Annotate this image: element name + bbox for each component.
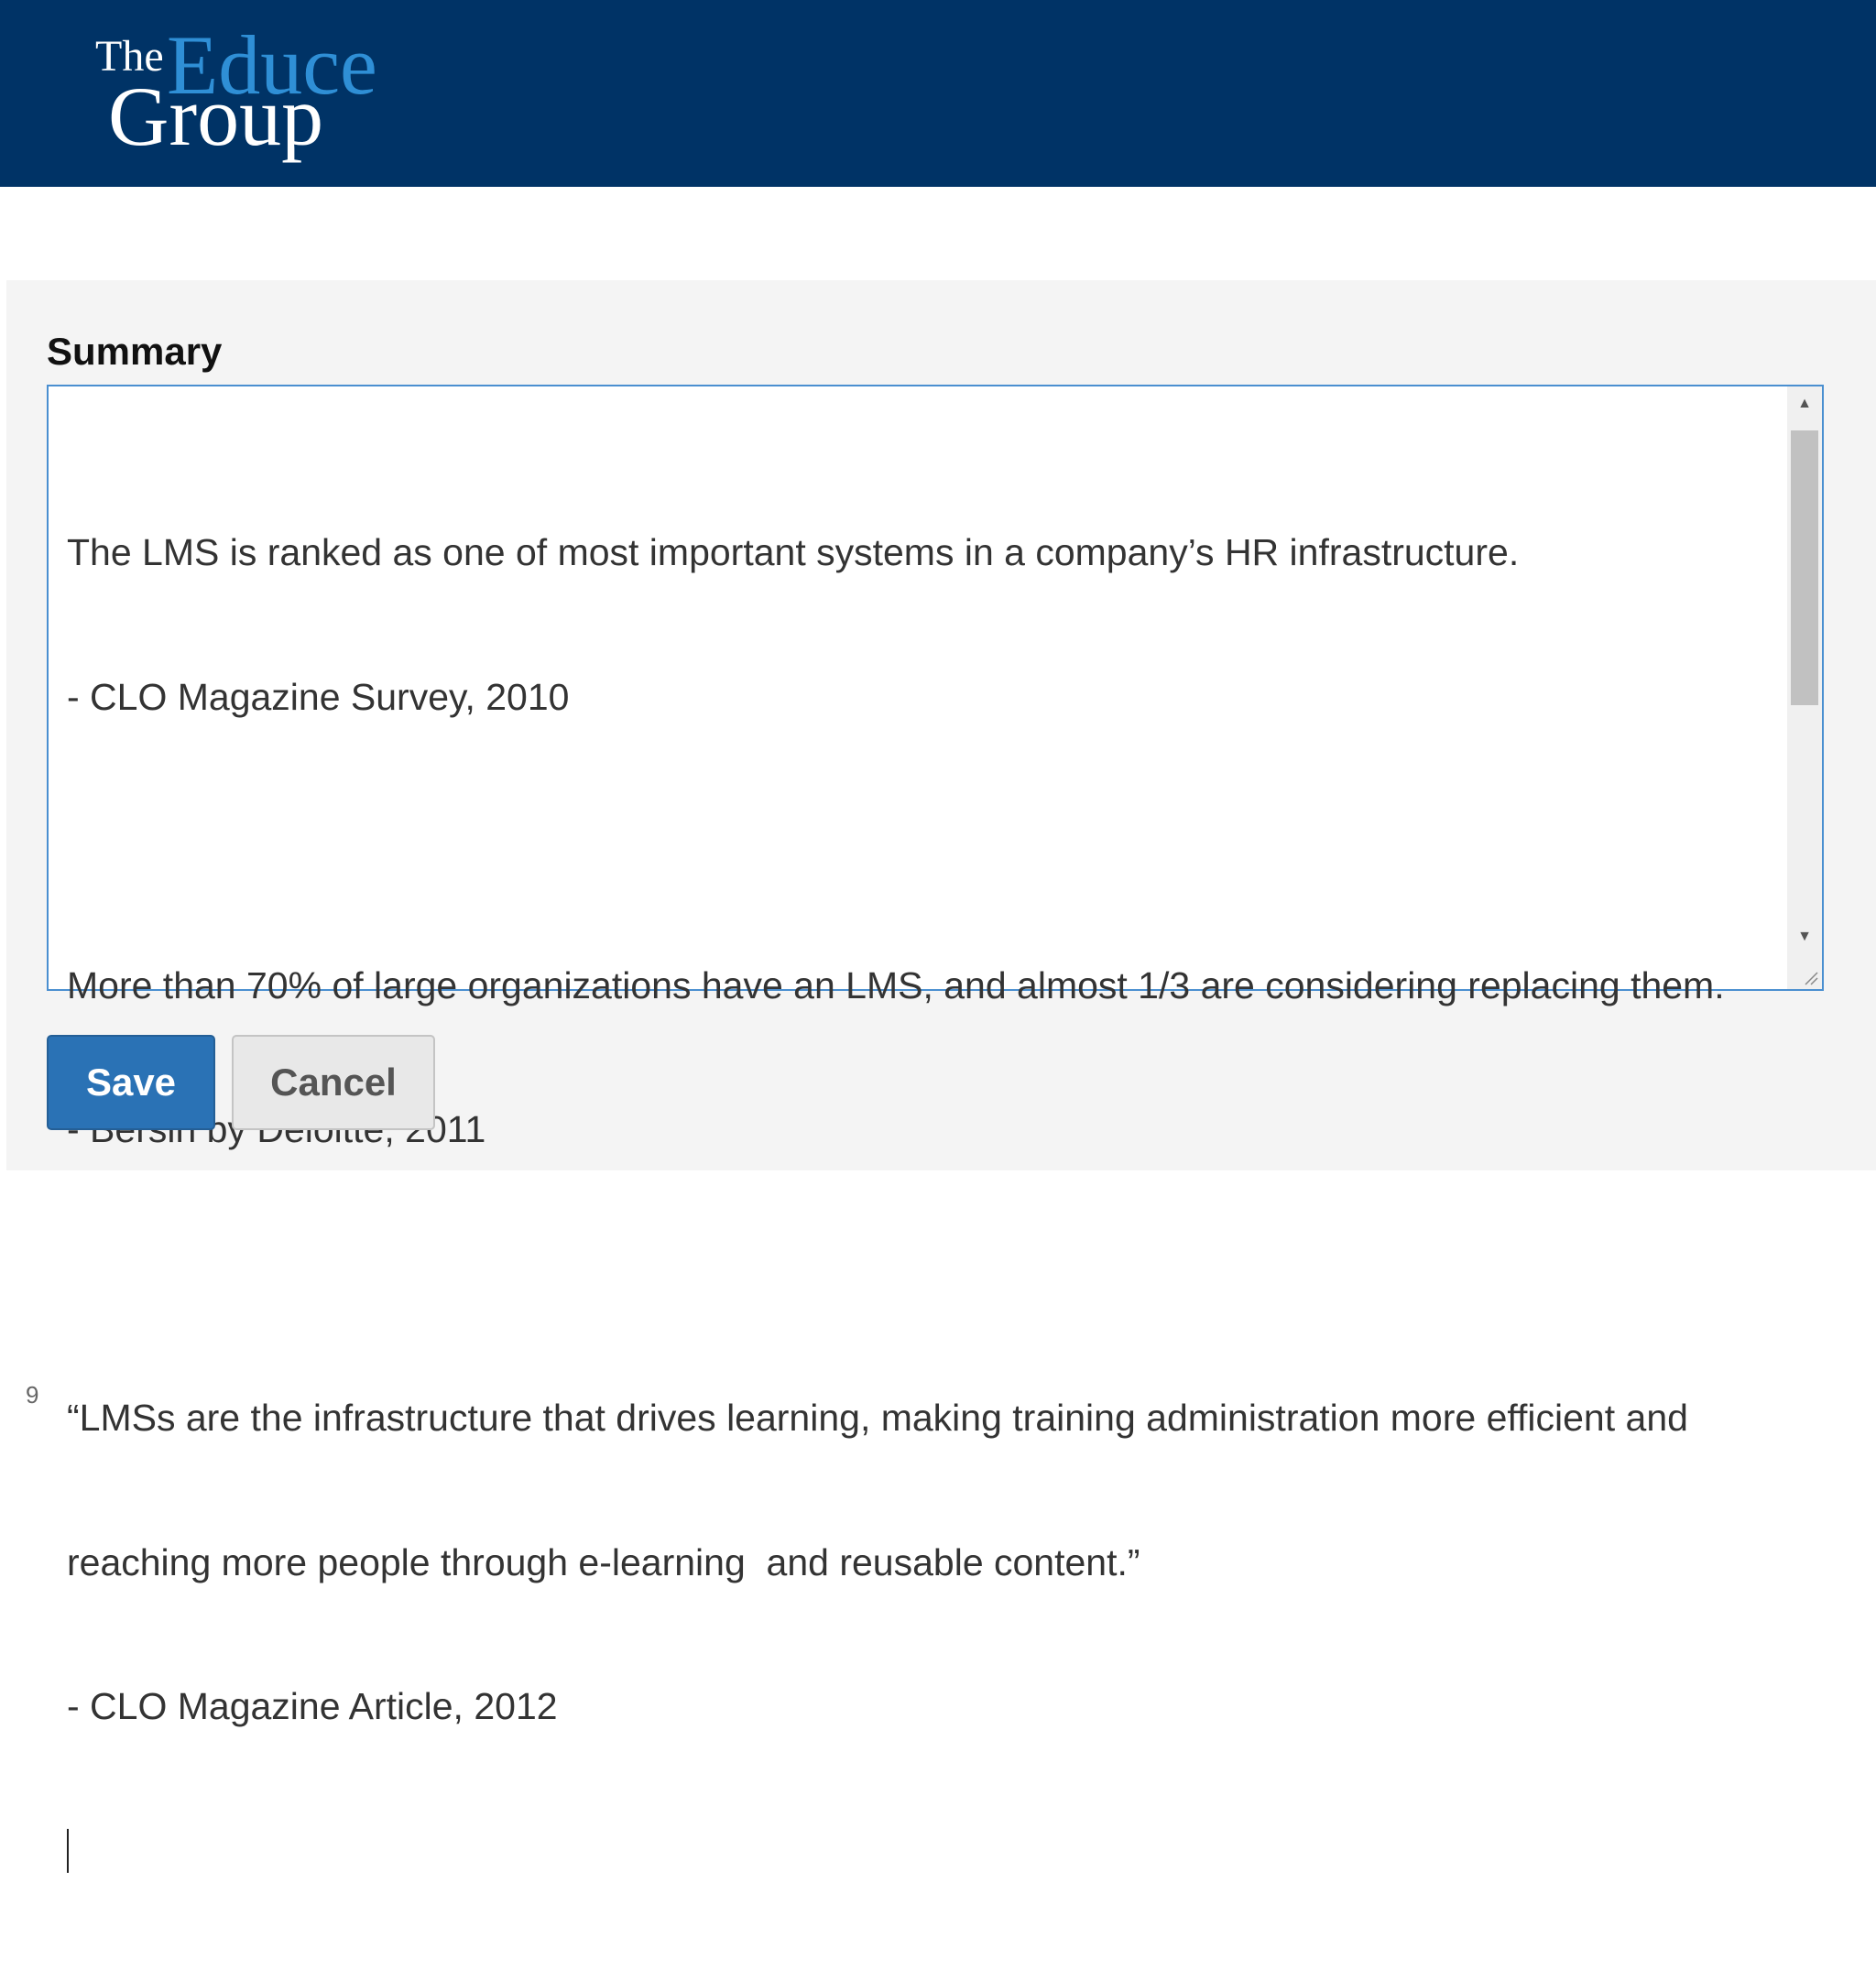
save-button[interactable]: Save [47, 1035, 215, 1130]
summary-line: - CLO Magazine Article, 2012 [67, 1685, 558, 1727]
logo-group-text: Group [108, 70, 324, 163]
scroll-down-arrow-icon[interactable]: ▼ [1787, 919, 1822, 954]
summary-form-panel: Summary The LMS is ranked as one of most… [6, 280, 1876, 1873]
scroll-up-arrow-icon[interactable]: ▲ [1787, 386, 1822, 421]
text-caret [67, 1828, 69, 1873]
summary-line: More than 70% of large organizations hav… [67, 963, 1725, 1006]
header-bar: The Educe Group [0, 0, 1876, 187]
vertical-scrollbar[interactable]: ▲ ▼ [1787, 386, 1822, 954]
summary-textarea[interactable]: The LMS is ranked as one of most importa… [47, 385, 1824, 1873]
educe-group-logo: The Educe Group [95, 18, 407, 163]
summary-line: reaching more people through e-learning … [67, 1540, 1140, 1583]
page-number: 9 [26, 1381, 39, 1409]
cancel-button[interactable]: Cancel [232, 1035, 435, 1130]
resize-grip-icon[interactable] [1787, 954, 1822, 989]
summary-text[interactable]: The LMS is ranked as one of most importa… [67, 432, 1798, 1969]
summary-line: The LMS is ranked as one of most importa… [67, 531, 1520, 573]
summary-line: “LMSs are the infrastructure that drives… [67, 1397, 1688, 1439]
scroll-thumb[interactable] [1791, 430, 1818, 705]
summary-line [67, 817, 1798, 865]
summary-line [67, 1250, 1798, 1299]
summary-line: - CLO Magazine Survey, 2010 [67, 675, 570, 718]
summary-label: Summary [47, 330, 223, 373]
